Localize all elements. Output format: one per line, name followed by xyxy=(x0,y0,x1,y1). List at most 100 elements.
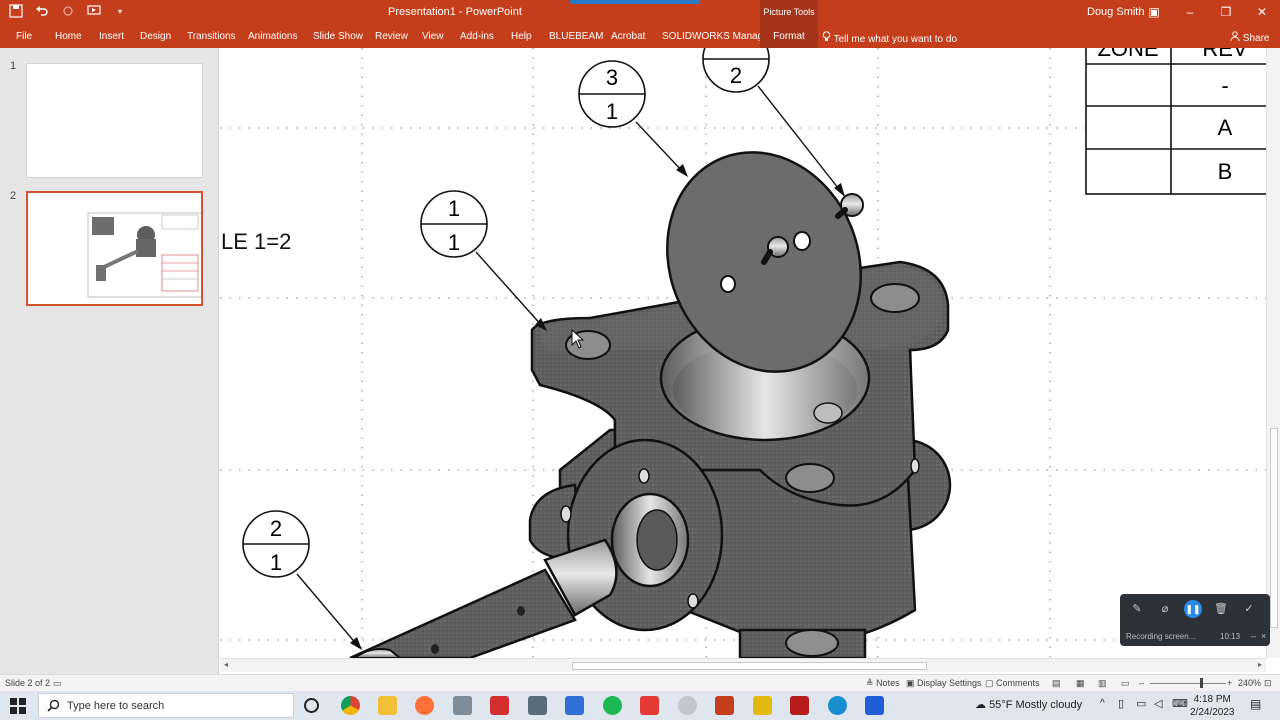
delete-icon[interactable]: 🗑 xyxy=(1212,600,1230,618)
scroll-right-icon[interactable]: ▸ xyxy=(1258,660,1262,669)
network-icon[interactable]: ▭ xyxy=(1136,697,1146,710)
close-icon[interactable]: ✕ xyxy=(1244,0,1280,26)
taskbar-search-box[interactable]: Type here to search xyxy=(38,693,294,718)
tab-slide-show[interactable]: Slide Show xyxy=(313,26,363,48)
redo-icon[interactable] xyxy=(60,4,76,20)
balloon-item-number: 2 xyxy=(270,516,282,541)
acrobat-icon[interactable] xyxy=(490,696,509,715)
tab-acrobat[interactable]: Acrobat xyxy=(611,26,645,48)
share-button[interactable]: Share xyxy=(1230,31,1269,44)
scroll-left-icon[interactable]: ◂ xyxy=(224,660,228,669)
vertical-scroll-thumb[interactable] xyxy=(1270,428,1278,628)
tab-view[interactable]: View xyxy=(422,26,444,48)
balloon-item-number: 1 xyxy=(448,196,460,221)
zoom-slider-thumb[interactable] xyxy=(1200,678,1203,688)
usb-icon[interactable]: ▯ xyxy=(1118,697,1124,710)
slideshow-view-icon[interactable]: ▭ xyxy=(1121,678,1130,689)
zoom-in-icon[interactable]: + xyxy=(1227,678,1232,688)
keyboard-icon[interactable]: ⌨ xyxy=(1172,697,1188,710)
outlook-icon[interactable] xyxy=(565,696,584,715)
revision-table[interactable]: ZONE REV - A B xyxy=(1085,48,1266,195)
tab-insert[interactable]: Insert xyxy=(99,26,124,48)
chrome-icon[interactable] xyxy=(341,696,360,715)
slide-thumbnail-1[interactable] xyxy=(26,63,203,178)
customize-qat-icon[interactable]: ▾ xyxy=(112,4,128,20)
slide-sorter-icon[interactable]: ▦ xyxy=(1076,678,1085,689)
horizontal-scrollbar[interactable]: ◂ ▸ xyxy=(220,658,1266,672)
taskbar-clock[interactable]: 4:18 PM 2/24/2023 xyxy=(1190,693,1235,719)
edge-icon[interactable] xyxy=(828,696,847,715)
scale-label: LE 1=2 xyxy=(221,229,291,254)
zoom-out-icon[interactable]: – xyxy=(1139,678,1144,688)
itunes-icon[interactable] xyxy=(678,696,697,715)
slide-thumbnail-2[interactable] xyxy=(26,191,204,306)
display-settings-label: Display Settings xyxy=(917,678,982,688)
accessibility-icon[interactable]: ▭ xyxy=(53,678,62,689)
zoom-slider[interactable] xyxy=(1150,683,1226,684)
pause-button[interactable]: ❚❚ xyxy=(1184,600,1202,618)
normal-view-icon[interactable]: ▤ xyxy=(1052,678,1061,689)
restore-icon[interactable]: ❐ xyxy=(1208,0,1244,26)
shaft-part[interactable] xyxy=(349,538,618,658)
table-cell-rev: - xyxy=(1221,73,1228,98)
app-icon[interactable] xyxy=(865,696,884,715)
tab-solidworks-manage[interactable]: SOLIDWORKS Manage xyxy=(662,26,769,48)
tab-file[interactable]: File xyxy=(16,26,32,48)
tab-home[interactable]: Home xyxy=(55,26,82,48)
balloon-3-1[interactable]: 3 1 xyxy=(578,60,646,128)
solidworks-icon[interactable] xyxy=(640,696,659,715)
windows-start-icon[interactable] xyxy=(10,698,26,714)
pdf-tool-icon[interactable] xyxy=(753,696,772,715)
network-tool-icon[interactable] xyxy=(453,696,472,715)
slide-canvas[interactable]: LE 1=2 3 1 2 1 1 2 1 ZONE REV - A B xyxy=(220,48,1266,658)
webcam-off-icon[interactable]: ⌀ xyxy=(1156,600,1174,618)
fit-slide-icon[interactable]: ⊡ xyxy=(1264,678,1272,689)
table-cell-rev: B xyxy=(1218,159,1233,184)
finish-icon[interactable]: ✓ xyxy=(1240,600,1258,618)
vertical-scrollbar[interactable] xyxy=(1266,48,1280,658)
firefox-icon[interactable] xyxy=(415,696,434,715)
tell-me-box[interactable]: Tell me what you want to do xyxy=(822,31,957,45)
notification-icon[interactable]: ▤ xyxy=(1250,697,1261,711)
calculator-icon[interactable] xyxy=(528,696,547,715)
show-hidden-icons-icon[interactable]: ^ xyxy=(1100,698,1105,709)
slide-thumbnail-pane: 1 2 xyxy=(0,48,219,674)
save-icon[interactable] xyxy=(8,4,24,20)
autocad-icon[interactable] xyxy=(790,696,809,715)
tab-transitions[interactable]: Transitions xyxy=(187,26,236,48)
cortana-icon[interactable] xyxy=(304,698,319,713)
tab-help[interactable]: Help xyxy=(511,26,532,48)
drawing-view: LE 1=2 3 1 2 1 1 2 1 ZONE REV - A B xyxy=(220,48,1266,658)
lightbulb-icon xyxy=(822,31,834,45)
weather-widget[interactable]: ☁ 55°F Mostly cloudy xyxy=(975,698,1082,711)
slide-2-preview xyxy=(87,212,204,298)
tab-animations[interactable]: Animations xyxy=(248,26,297,48)
status-bar: Slide 2 of 2 ▭ ≜ Notes ▣ Display Setting… xyxy=(0,674,1280,691)
tab-bluebeam[interactable]: BLUEBEAM xyxy=(549,26,603,48)
tab-design[interactable]: Design xyxy=(140,26,171,48)
recorder-window-controls[interactable]: – × xyxy=(1251,631,1266,641)
horizontal-scroll-thumb[interactable] xyxy=(572,662,927,670)
tab-format[interactable]: Format xyxy=(760,26,818,48)
ribbon-display-options-icon[interactable]: ▣ xyxy=(1136,0,1172,26)
file-explorer-icon[interactable] xyxy=(378,696,397,715)
comments-button[interactable]: ▢ Comments xyxy=(985,678,1040,689)
zoom-level[interactable]: 240% xyxy=(1238,678,1261,688)
pen-icon[interactable]: ✎ xyxy=(1128,600,1146,618)
volume-icon[interactable]: ◁ xyxy=(1154,697,1162,710)
tab-review[interactable]: Review xyxy=(375,26,408,48)
minimize-icon[interactable]: – xyxy=(1172,0,1208,26)
start-from-beginning-icon[interactable] xyxy=(86,4,102,20)
notes-button[interactable]: ≜ Notes xyxy=(866,678,900,689)
undo-icon[interactable] xyxy=(34,4,50,20)
display-settings-button[interactable]: ▣ Display Settings xyxy=(906,678,982,689)
balloon-2-1[interactable]: 2 1 xyxy=(242,510,310,578)
powerpoint-icon[interactable] xyxy=(715,696,734,715)
reading-view-icon[interactable]: ▥ xyxy=(1098,678,1107,689)
spotify-icon[interactable] xyxy=(603,696,622,715)
balloon-partial-2[interactable]: 2 xyxy=(700,48,780,93)
balloon-1-1[interactable]: 1 1 xyxy=(420,190,488,258)
title-bar: ▾ Presentation1 - PowerPoint Picture Too… xyxy=(0,0,1280,26)
tab-add-ins[interactable]: Add-ins xyxy=(460,26,494,48)
screw-part[interactable] xyxy=(835,193,864,219)
